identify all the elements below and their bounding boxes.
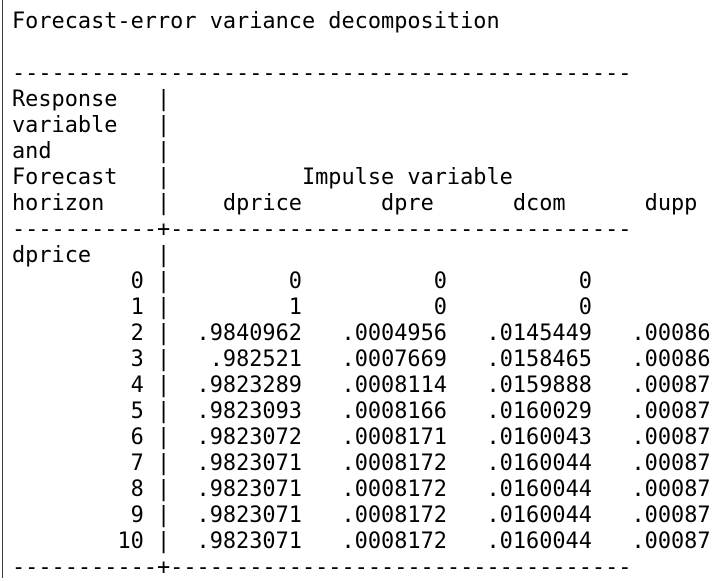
stata-output: Forecast-error variance decomposition --…: [12, 9, 712, 581]
table-row: 4 | .9823289 .0008114 .0159888 .0008708: [12, 373, 712, 399]
value-cell-dupp: .0008713: [631, 451, 712, 476]
row-label-forecast: Forecast: [12, 165, 117, 190]
value-cell-dupp: .0008708: [631, 373, 712, 398]
value-cell-dprice: .9840962: [197, 321, 302, 346]
value-cell-dcom: .0160044: [486, 529, 591, 554]
table-row: 2 | .9840962 .0004956 .0145449 .0008632: [12, 321, 712, 347]
table-title: Forecast-error variance decomposition: [12, 9, 712, 35]
horizon-cell: 3: [131, 347, 144, 372]
value-cell-dcom: .0160029: [487, 399, 592, 424]
value-cell-dpre: .0008172: [342, 477, 447, 502]
row-label-and: and: [12, 139, 52, 164]
value-cell-dupp: .0008632: [631, 321, 712, 346]
value-cell-dprice: .9823289: [197, 373, 302, 398]
value-cell-dprice: .9823071: [197, 477, 302, 502]
value-cell-dupp: .0008713: [631, 529, 712, 554]
value-cell-dprice: 0: [289, 269, 302, 294]
value-cell-dpre: .0008172: [342, 503, 447, 528]
table-row: 8 | .9823071 .0008172 .0160044 .0008713: [12, 477, 712, 503]
table-row: 0 | 0 0 0 0: [12, 269, 712, 295]
table-rows: 0 | 0 0 0 0 1 | 1 0 0 0 2 | .9840962 .00…: [12, 269, 712, 555]
value-cell-dcom: 0: [579, 269, 592, 294]
table-row: 3 | .982521 .0007669 .0158465 .0008656: [12, 347, 712, 373]
horizon-cell: 5: [131, 399, 144, 424]
value-cell-dpre: .0008171: [342, 425, 447, 450]
value-cell-dpre: .0004956: [342, 321, 447, 346]
row-label-variable: variable: [12, 113, 117, 138]
value-cell-dpre: .0008114: [342, 373, 447, 398]
table-row: 9 | .9823071 .0008172 .0160044 .0008713: [12, 503, 712, 529]
value-cell-dcom: .0160044: [487, 451, 592, 476]
value-cell-dcom: .0159888: [487, 373, 592, 398]
table-row: 5 | .9823093 .0008166 .0160029 .0008713: [12, 399, 712, 425]
horizon-cell: 1: [131, 295, 144, 320]
impulse-variable-label: Impulse variable: [302, 165, 513, 190]
header-line-2: variable |: [12, 113, 712, 139]
table-row: 7 | .9823071 .0008172 .0160044 .0008713: [12, 451, 712, 477]
value-cell-dcom: 0: [579, 295, 592, 320]
value-cell-dprice: .982521: [210, 347, 302, 372]
table-row: 10 | .9823071 .0008172 .0160044 .0008713: [12, 529, 712, 555]
value-cell-dcom: .0160043: [487, 425, 592, 450]
value-cell-dpre: .0008172: [342, 451, 447, 476]
header-line-1: Response |: [12, 87, 712, 113]
blank-line: [12, 35, 712, 61]
horizon-cell: 4: [131, 373, 144, 398]
horizon-cell: 0: [131, 269, 144, 294]
header-line-3: and |: [12, 139, 712, 165]
column-header-dprice: dprice: [223, 191, 302, 216]
header-line-5: horizon | dprice dpre dcom dupp: [12, 191, 712, 217]
value-cell-dprice: .9823093: [197, 399, 302, 424]
header-separator-rule: -----------+----------------------------…: [12, 217, 712, 243]
column-header-dpre: dpre: [381, 191, 434, 216]
value-cell-dcom: .0160044: [487, 503, 592, 528]
horizon-cell: 2: [131, 321, 144, 346]
header-line-4: Forecast | Impulse variable: [12, 165, 712, 191]
table-row: 6 | .9823072 .0008171 .0160043 .0008713: [12, 425, 712, 451]
horizon-cell: 8: [131, 477, 144, 502]
value-cell-dprice: .9823071: [197, 503, 302, 528]
horizon-cell: 10: [117, 529, 143, 554]
window-left-border: [2, 0, 3, 578]
value-cell-dprice: .9823072: [197, 425, 302, 450]
table-row: 1 | 1 0 0 0: [12, 295, 712, 321]
value-cell-dupp: .0008713: [631, 503, 712, 528]
row-label-response: Response: [12, 87, 117, 112]
value-cell-dprice: .9823071: [197, 529, 302, 554]
value-cell-dprice: 1: [289, 295, 302, 320]
column-header-dcom: dcom: [513, 191, 566, 216]
value-cell-dupp: .0008656: [632, 347, 712, 372]
value-cell-dpre: .0008172: [342, 529, 447, 554]
value-cell-dpre: .0008166: [342, 399, 447, 424]
column-header-dupp: dupp: [645, 191, 698, 216]
value-cell-dcom: .0160044: [487, 477, 592, 502]
row-label-horizon: horizon: [12, 191, 104, 216]
value-cell-dpre: .0007669: [342, 347, 447, 372]
horizon-cell: 9: [131, 503, 144, 528]
horizon-cell: 7: [131, 451, 144, 476]
value-cell-dupp: .0008713: [631, 477, 712, 502]
value-cell-dcom: .0158465: [487, 347, 592, 372]
value-cell-dpre: 0: [434, 295, 447, 320]
value-cell-dupp: .0008713: [631, 425, 712, 450]
value-cell-dprice: .9823071: [197, 451, 302, 476]
top-rule: ----------------------------------------…: [12, 61, 712, 87]
value-cell-dupp: .0008713: [631, 399, 712, 424]
response-variable-line: dprice |: [12, 243, 712, 269]
horizon-cell: 6: [131, 425, 144, 450]
bottom-rule: -----------+----------------------------…: [12, 555, 712, 581]
response-variable-name: dprice: [12, 243, 91, 268]
value-cell-dcom: .0145449: [487, 321, 592, 346]
value-cell-dpre: 0: [434, 269, 447, 294]
